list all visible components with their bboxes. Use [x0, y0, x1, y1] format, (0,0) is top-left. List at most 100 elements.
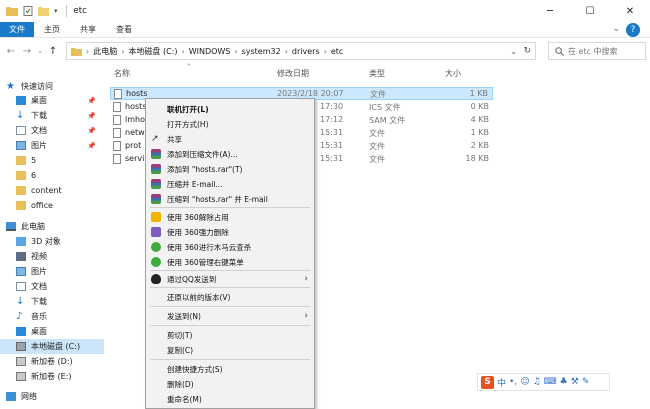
ribbon-expand-icon[interactable]: ⌄	[612, 24, 620, 34]
menu-separator	[150, 270, 310, 271]
menu-item-send-via-qq[interactable]: 通过QQ发送到 ›	[146, 272, 314, 286]
tab-home[interactable]: 主页	[34, 22, 70, 37]
sogou-logo[interactable]: S	[481, 375, 494, 389]
nav-folder-office[interactable]: office	[0, 198, 104, 213]
address-bar[interactable]: › 此电脑 › 本地磁盘 (C:) › WINDOWS › system32 ›…	[66, 42, 536, 60]
submenu-arrow-icon: ›	[304, 311, 308, 321]
breadcrumb-system32[interactable]: system32	[242, 47, 281, 56]
minimize-button[interactable]: ─	[530, 0, 570, 22]
toolbox-icon[interactable]: ⚒	[571, 377, 579, 387]
tab-file[interactable]: 文件	[0, 22, 34, 37]
close-button[interactable]: ✕	[610, 0, 650, 22]
refresh-icon[interactable]: ↻	[523, 46, 531, 56]
column-header-type[interactable]: 类型	[369, 68, 385, 79]
menu-item-copy[interactable]: 复制(C)	[146, 343, 314, 357]
file-size: 2 KB	[470, 141, 489, 150]
forward-button[interactable]: →	[19, 46, 35, 57]
new-folder-icon[interactable]	[38, 6, 49, 16]
breadcrumb-this-pc[interactable]: 此电脑	[93, 46, 117, 57]
column-header-size[interactable]: 大小	[445, 68, 461, 79]
breadcrumb-local-disk[interactable]: 本地磁盘 (C:)	[128, 46, 177, 57]
recent-locations-button[interactable]: ⌄	[35, 47, 45, 55]
menu-item-add-to-archive[interactable]: 添加到压缩文件(A)...	[146, 147, 314, 161]
maximize-button[interactable]: ☐	[570, 0, 610, 22]
punctuation-icon[interactable]: •,	[509, 377, 517, 387]
nav-folder-5[interactable]: 5	[0, 153, 104, 168]
folder-icon	[6, 7, 18, 16]
back-button[interactable]: ←	[3, 46, 19, 57]
skin-icon[interactable]: ♣	[560, 377, 568, 387]
properties-icon[interactable]	[23, 6, 33, 16]
microphone-icon[interactable]: ♫	[533, 377, 541, 387]
nav-videos[interactable]: 视频	[0, 249, 104, 264]
pin-icon: 📌	[87, 126, 96, 135]
menu-item-compress-email[interactable]: 压缩并 E-mail...	[146, 177, 314, 191]
drive-icon	[16, 372, 26, 381]
360-manage-icon	[151, 257, 161, 267]
folder-icon	[71, 47, 82, 56]
menu-item-360-force-delete[interactable]: 使用 360强力删除	[146, 225, 314, 239]
menu-item-rename[interactable]: 重命名(M)	[146, 392, 314, 406]
menu-item-open-online[interactable]: 联机打开(L)	[146, 102, 314, 116]
desktop-icon	[16, 96, 26, 105]
settings-icon[interactable]: ✎	[582, 377, 590, 387]
breadcrumb-etc[interactable]: etc	[331, 47, 343, 56]
network-icon	[6, 392, 16, 401]
nav-volume-e[interactable]: 新加卷 (E:)	[0, 369, 104, 384]
keyboard-icon[interactable]: ⌨	[544, 377, 557, 387]
menu-item-360-trojan-scan[interactable]: 使用 360进行木马云查杀	[146, 240, 314, 254]
menu-item-cut[interactable]: 剪切(T)	[146, 328, 314, 342]
column-header-date[interactable]: 修改日期	[277, 68, 309, 79]
menu-item-compress-to-hosts-rar-email[interactable]: 压缩到 "hosts.rar" 并 E-mail	[146, 192, 314, 206]
menu-item-360-unlock[interactable]: 使用 360解除占用	[146, 210, 314, 224]
breadcrumb-windows[interactable]: WINDOWS	[189, 47, 231, 56]
search-box[interactable]: 在 etc 中搜索	[548, 42, 646, 60]
folder-icon	[16, 186, 26, 195]
nav-documents[interactable]: 文档 📌	[0, 123, 104, 138]
menu-item-delete[interactable]: 删除(D)	[146, 377, 314, 391]
nav-documents-pc[interactable]: 文档	[0, 279, 104, 294]
file-size: 1 KB	[470, 128, 489, 137]
nav-volume-d[interactable]: 新加卷 (D:)	[0, 354, 104, 369]
tab-view[interactable]: 查看	[106, 22, 142, 37]
nav-downloads[interactable]: ↓ 下载 📌	[0, 108, 104, 123]
nav-3d-objects[interactable]: 3D 对象	[0, 234, 104, 249]
download-icon: ↓	[16, 110, 25, 121]
tab-share[interactable]: 共享	[70, 22, 106, 37]
nav-desktop-pc[interactable]: 桌面	[0, 324, 104, 339]
address-dropdown-icon[interactable]: ⌄	[510, 47, 517, 56]
menu-item-add-to-hosts-rar[interactable]: 添加到 "hosts.rar"(T)	[146, 162, 314, 176]
ribbon-tabs: 文件 主页 共享 查看 ⌄ ?	[0, 22, 650, 38]
file-size: 4 KB	[470, 115, 489, 124]
nav-network[interactable]: 网络	[0, 389, 104, 404]
qa-dropdown-icon[interactable]: ▾	[54, 7, 58, 15]
column-header-name[interactable]: 名称	[114, 68, 130, 79]
nav-quick-access[interactable]: ★ 快速访问	[0, 79, 104, 94]
pin-icon: 📌	[87, 111, 96, 120]
emoji-icon[interactable]: ☺	[520, 377, 529, 387]
document-icon	[16, 126, 26, 135]
menu-separator	[150, 359, 310, 360]
menu-item-restore-versions[interactable]: 还原以前的版本(V)	[146, 290, 314, 304]
nav-music[interactable]: ♪ 音乐	[0, 309, 104, 324]
nav-folder-content[interactable]: content	[0, 183, 104, 198]
ime-mode-toggle[interactable]: 中	[497, 376, 506, 389]
nav-pictures-pc[interactable]: 图片	[0, 264, 104, 279]
nav-desktop[interactable]: 桌面 📌	[0, 93, 104, 108]
menu-item-share[interactable]: ↗ 共享	[146, 132, 314, 146]
help-button[interactable]: ?	[626, 23, 640, 37]
menu-item-send-to[interactable]: 发送到(N) ›	[146, 309, 314, 323]
up-button[interactable]: ↑	[45, 46, 61, 57]
file-icon	[113, 141, 121, 151]
menu-item-open-with[interactable]: 打开方式(H)	[146, 117, 314, 131]
breadcrumb-drivers[interactable]: drivers	[292, 47, 320, 56]
nav-folder-6[interactable]: 6	[0, 168, 104, 183]
menu-item-create-shortcut[interactable]: 创建快捷方式(S)	[146, 362, 314, 376]
nav-pictures[interactable]: 图片 📌	[0, 138, 104, 153]
menu-item-360-manage-menu[interactable]: 使用 360管理右键菜单	[146, 255, 314, 269]
share-icon: ↗	[151, 134, 159, 144]
folder-icon	[16, 201, 26, 210]
nav-this-pc[interactable]: 此电脑	[0, 219, 104, 234]
nav-local-disk-c[interactable]: 本地磁盘 (C:)	[0, 339, 104, 354]
nav-downloads-pc[interactable]: ↓ 下载	[0, 294, 104, 309]
